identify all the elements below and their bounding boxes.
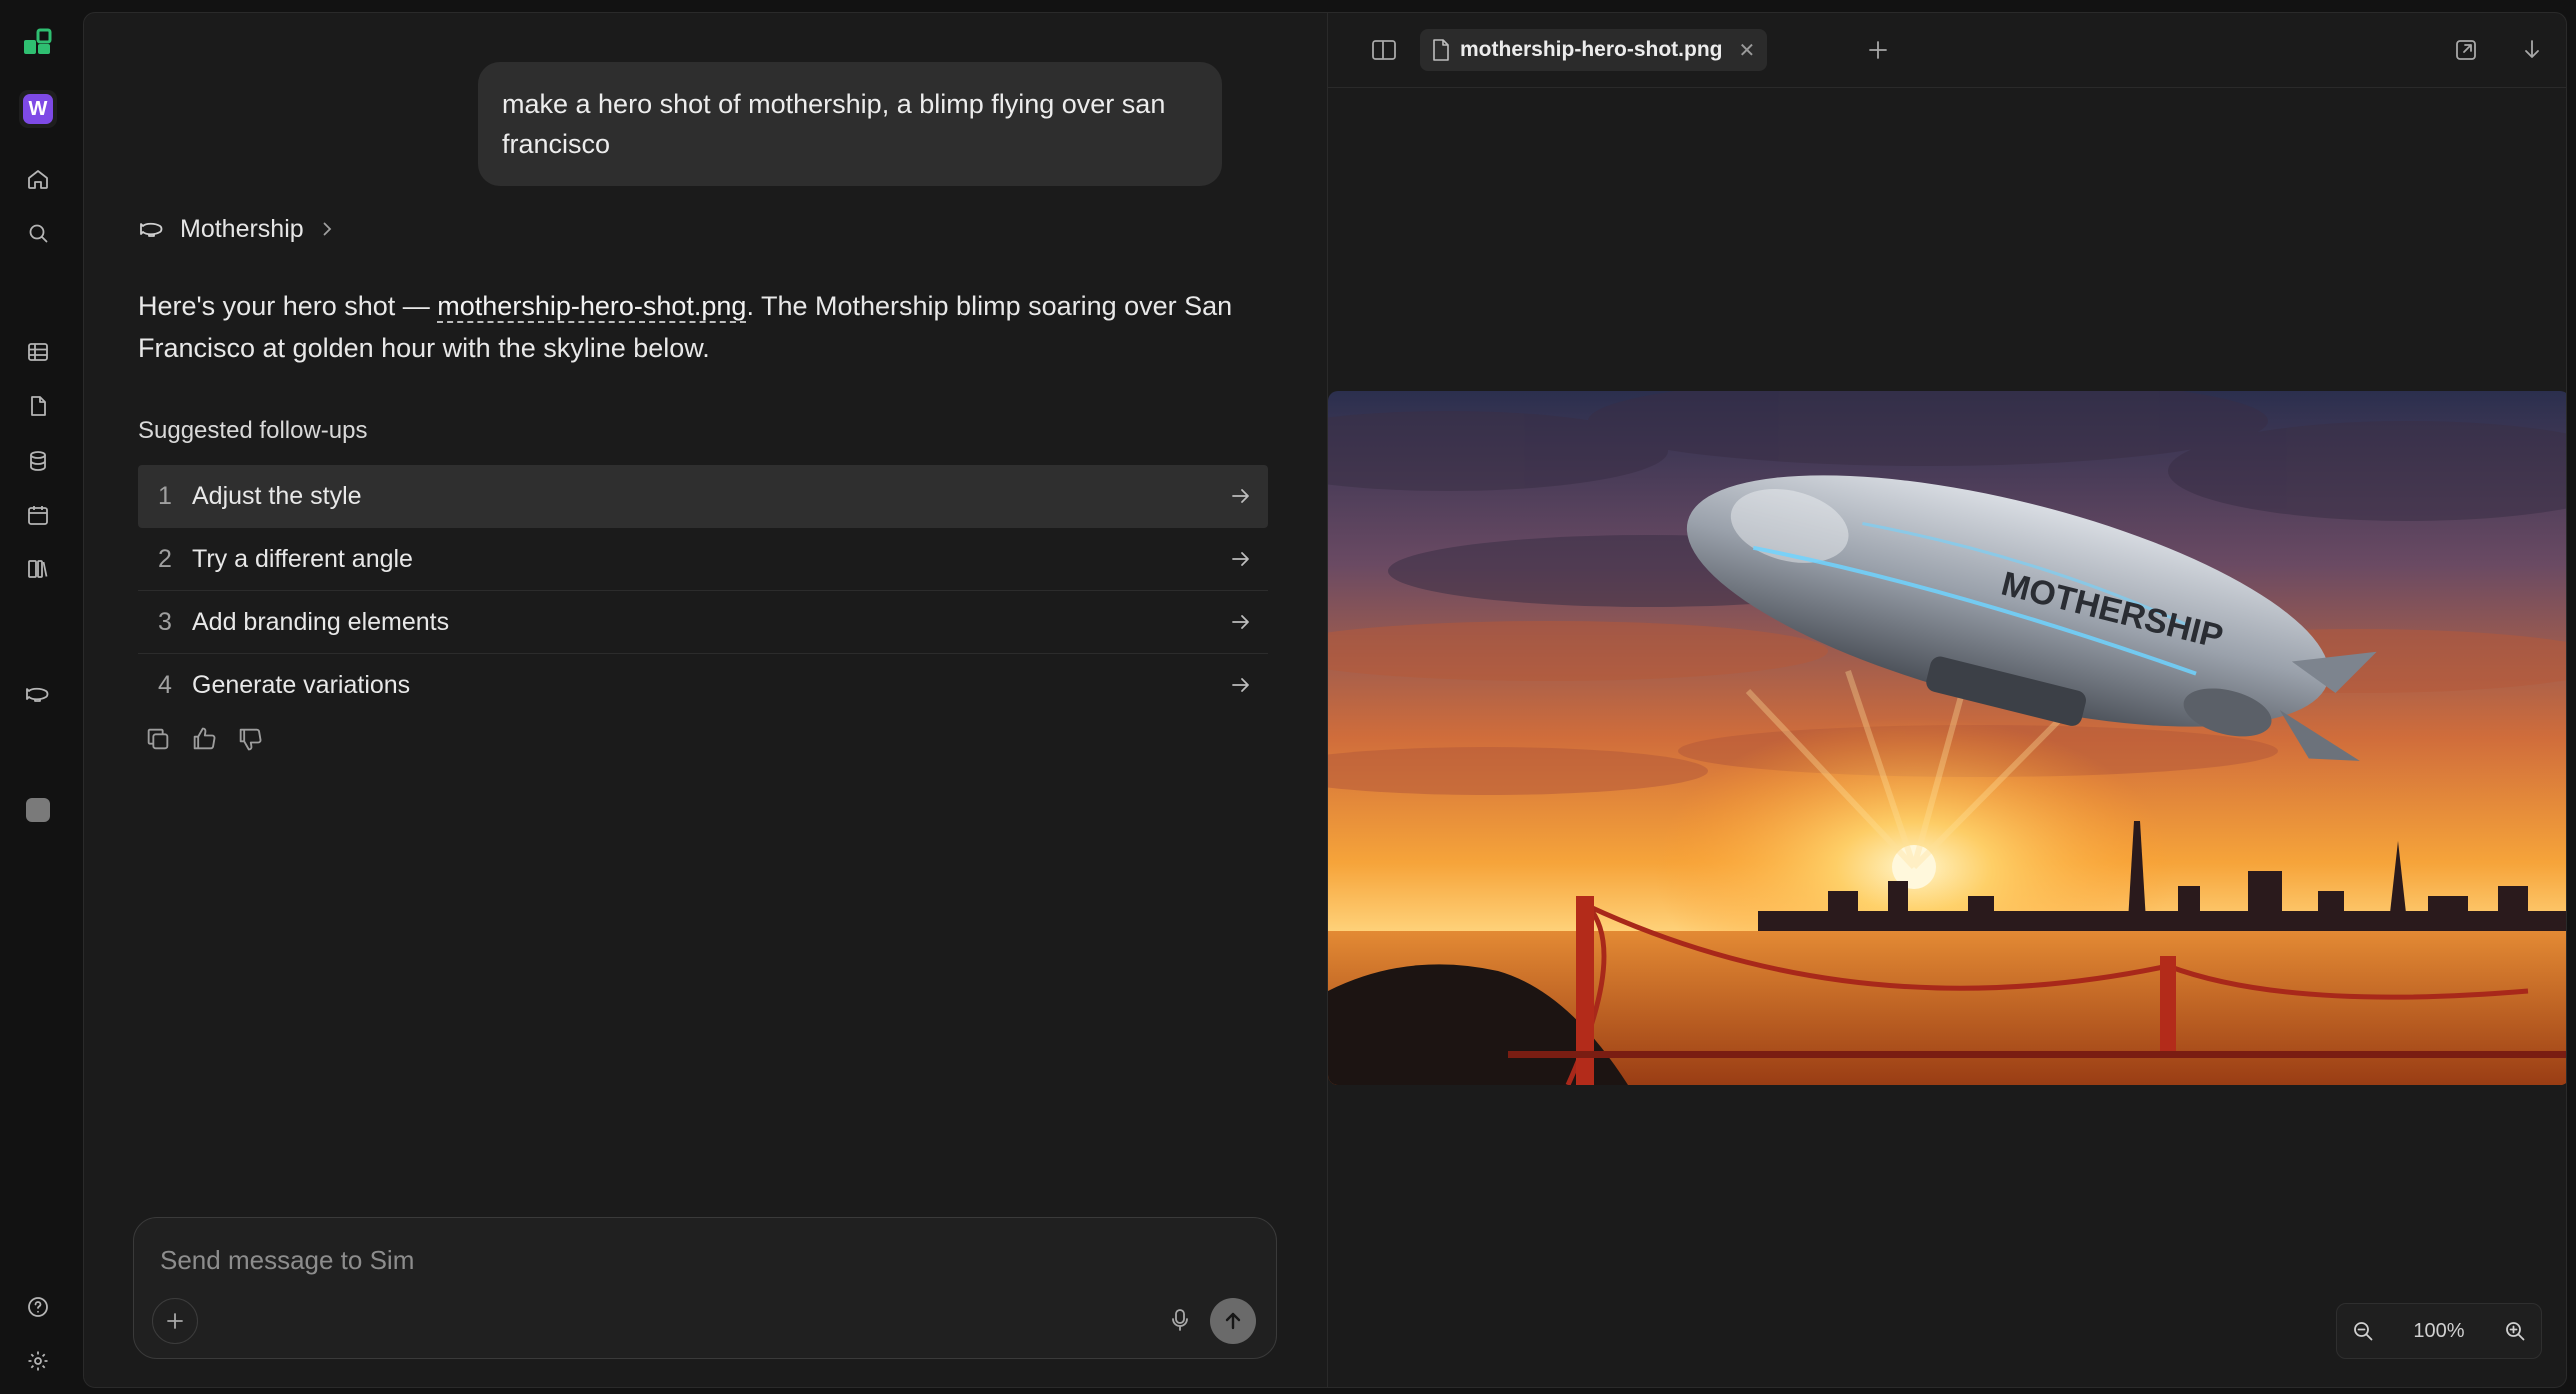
zoom-out-icon[interactable] (2351, 1319, 2375, 1343)
file-tab[interactable]: mothership-hero-shot.png ✕ (1420, 29, 1768, 71)
search-icon[interactable] (19, 214, 57, 252)
preview-pane: mothership-hero-shot.png ✕ MOTHERSHIP 10… (1328, 13, 2566, 1387)
thumbs-down-icon[interactable] (236, 725, 264, 753)
open-external-icon[interactable] (2446, 30, 2486, 70)
microphone-icon[interactable] (1160, 1300, 1200, 1340)
new-tab-icon[interactable] (1858, 30, 1898, 70)
zoom-in-icon[interactable] (2503, 1319, 2527, 1343)
mothership-blimp-icon[interactable] (19, 675, 57, 713)
send-button[interactable] (1210, 1298, 1256, 1344)
message-input[interactable] (158, 1244, 1062, 1277)
message-actions (144, 725, 264, 753)
followup-number: 4 (158, 670, 172, 699)
followup-label: Try a different angle (192, 544, 413, 573)
database-icon[interactable] (19, 442, 57, 480)
followups-list: 1 Adjust the style 2 Try a different ang… (138, 465, 1268, 716)
toggle-sidebar-icon[interactable] (1364, 30, 1404, 70)
close-tab-icon[interactable]: ✕ (1738, 38, 1755, 63)
reply-prefix: Here's your hero shot — (138, 291, 438, 321)
file-tab-label: mothership-hero-shot.png (1460, 38, 1723, 61)
followup-label: Adjust the style (192, 481, 362, 510)
preview-toolbar: mothership-hero-shot.png ✕ (1328, 13, 2566, 88)
arrow-right-icon (1230, 548, 1252, 570)
assistant-reply: Here's your hero shot — mothership-hero-… (138, 285, 1268, 369)
followups-title: Suggested follow-ups (138, 417, 368, 444)
followup-number: 1 (158, 481, 172, 510)
thumbs-up-icon[interactable] (190, 725, 218, 753)
arrow-right-icon (1230, 611, 1252, 633)
hero-image: MOTHERSHIP (1328, 391, 2566, 1085)
mothership-blimp-icon (138, 217, 166, 241)
hero-image-art: MOTHERSHIP (1328, 391, 2566, 1085)
message-composer (133, 1217, 1277, 1359)
followup-item[interactable]: 3 Add branding elements (138, 591, 1268, 654)
agent-name: Mothership (180, 214, 304, 243)
settings-icon[interactable] (19, 1342, 57, 1380)
arrow-right-icon (1230, 674, 1252, 696)
attach-button[interactable] (152, 1298, 198, 1344)
download-icon[interactable] (2512, 30, 2552, 70)
followup-item[interactable]: 1 Adjust the style (138, 465, 1268, 528)
workspace-item[interactable] (19, 791, 57, 829)
file-icon (1432, 39, 1450, 61)
left-rail: W (0, 0, 82, 1394)
workspace-square-icon (26, 798, 50, 822)
followup-label: Add branding elements (192, 607, 450, 636)
help-icon[interactable] (19, 1288, 57, 1326)
chat-pane: make a hero shot of mothership, a blimp … (84, 13, 1328, 1387)
zoom-level: 100% (2413, 1319, 2465, 1342)
home-icon[interactable] (19, 160, 57, 198)
followup-label: Generate variations (192, 670, 411, 699)
workspace-initial: W (23, 94, 53, 124)
arrow-right-icon (1230, 485, 1252, 507)
file-link[interactable]: mothership-hero-shot.png (437, 291, 747, 323)
followup-number: 3 (158, 607, 172, 636)
user-message: make a hero shot of mothership, a blimp … (478, 62, 1222, 186)
followup-number: 2 (158, 544, 172, 573)
workspace-switcher[interactable]: W (19, 90, 57, 128)
agent-header[interactable]: Mothership (138, 209, 336, 249)
chevron-right-icon (318, 220, 336, 238)
zoom-controls: 100% (2336, 1303, 2542, 1359)
table-icon[interactable] (19, 333, 57, 371)
followup-item[interactable]: 4 Generate variations (138, 654, 1268, 716)
library-icon[interactable] (19, 550, 57, 588)
calendar-icon[interactable] (19, 496, 57, 534)
followup-item[interactable]: 2 Try a different angle (138, 528, 1268, 591)
sim-logo-icon[interactable] (22, 26, 54, 58)
copy-icon[interactable] (144, 725, 172, 753)
file-icon[interactable] (19, 387, 57, 425)
main-frame: make a hero shot of mothership, a blimp … (83, 12, 2567, 1388)
